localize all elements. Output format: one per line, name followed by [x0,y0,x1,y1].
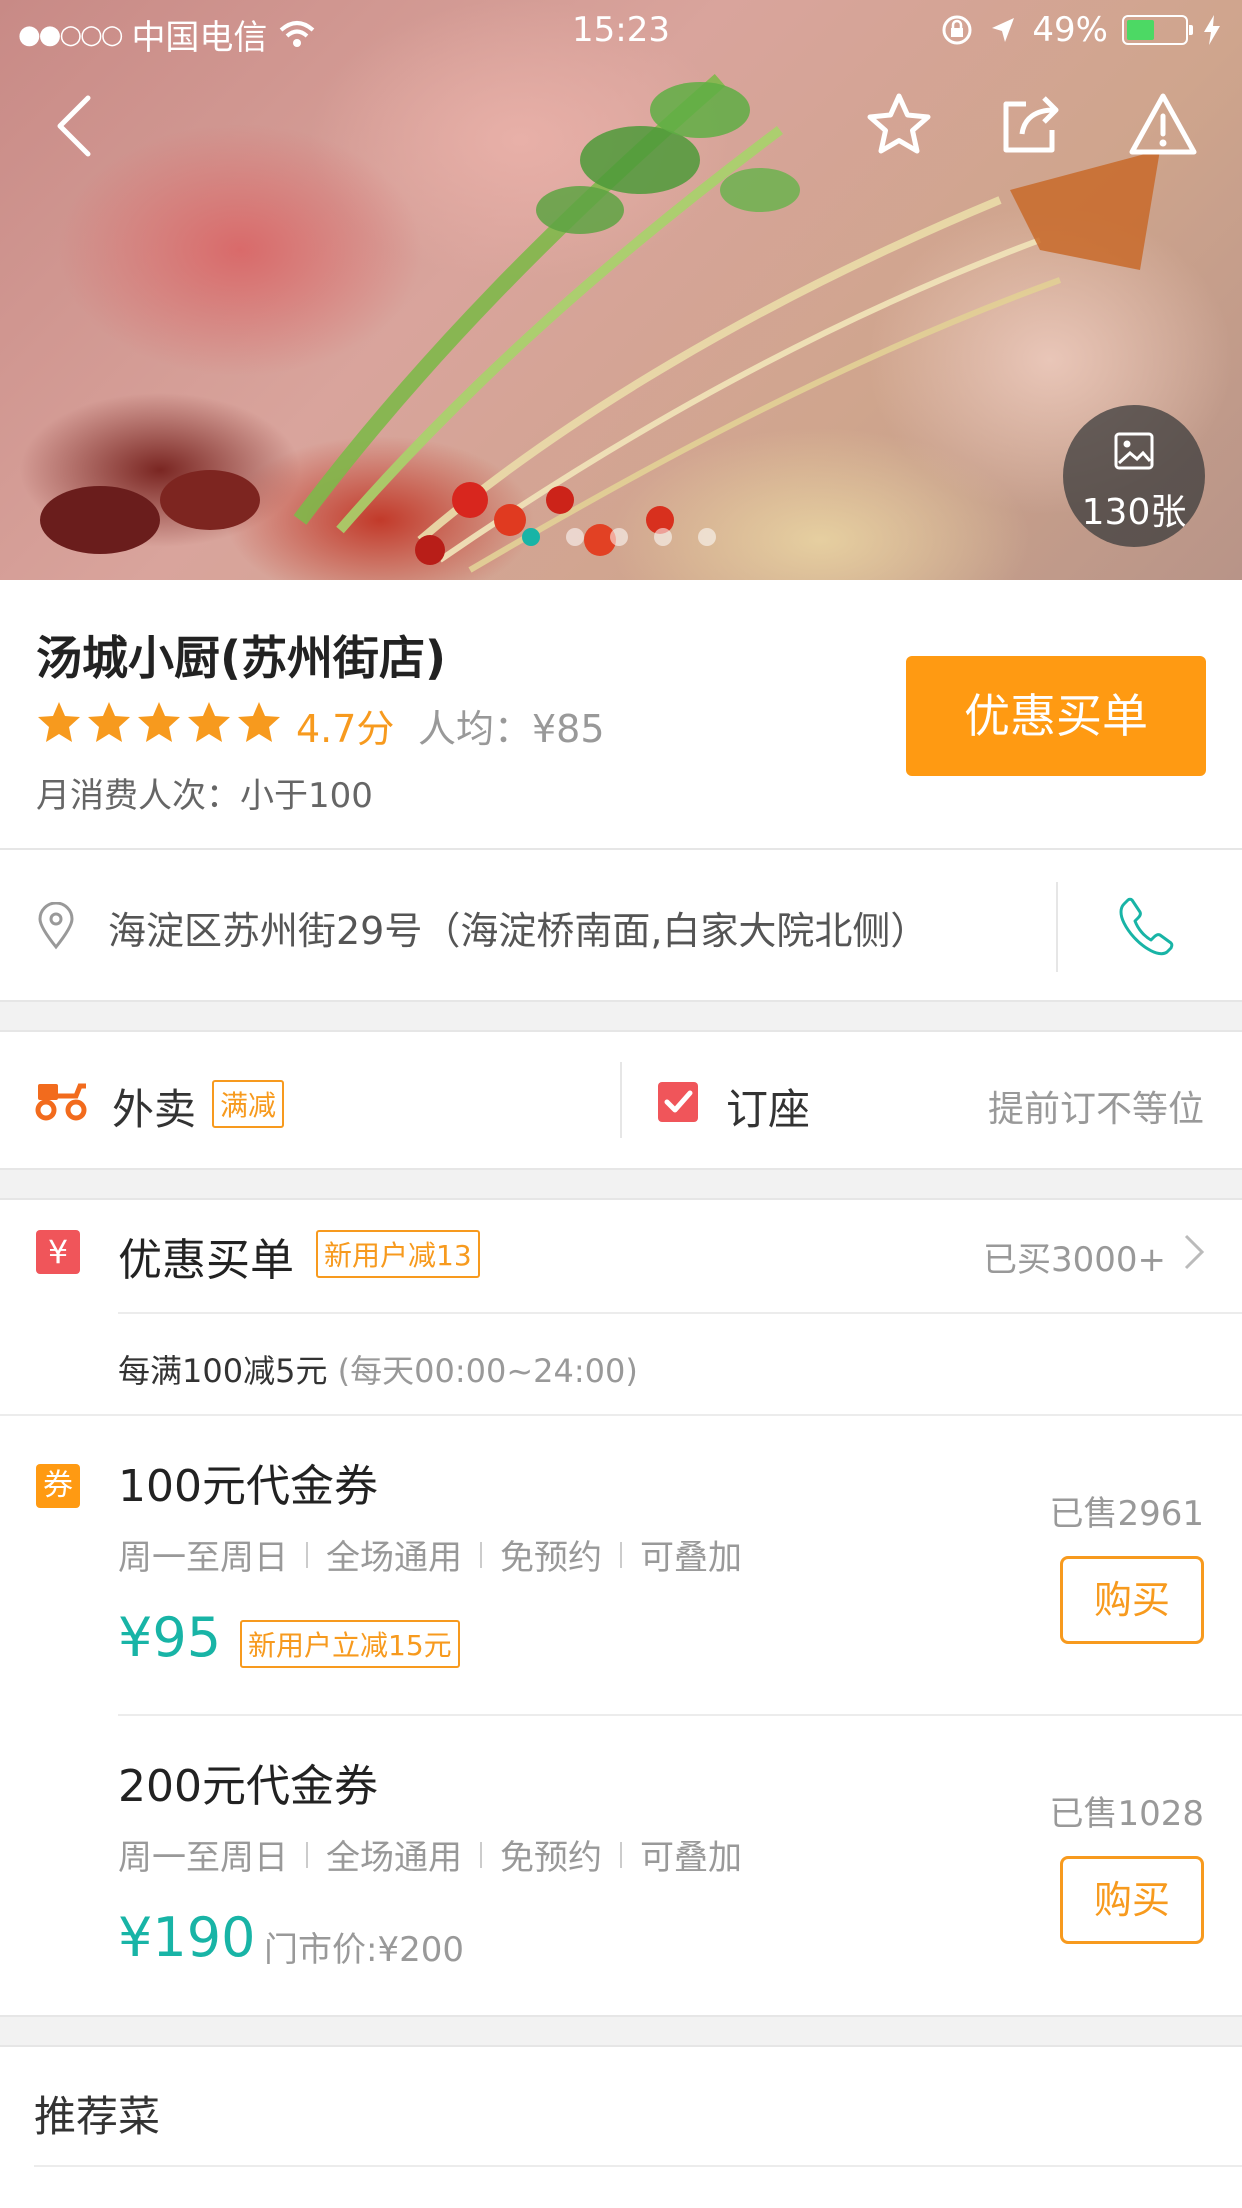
voucher-meta-item: 可叠加 [640,1838,742,1878]
divider [306,1841,308,1868]
original-price: 门市价:¥200 [264,1930,464,1970]
pager-dot-active [522,528,540,546]
sold-count: 已售2961 [1049,1494,1204,1534]
divider [620,1062,622,1138]
voucher-meta: 周一至周日 全场通用 免预约 可叠加 [118,1830,742,1879]
reservation-check-icon [658,1082,698,1122]
rating-star-icon [88,702,130,742]
image-icon [1114,432,1154,470]
voucher-meta-item: 全场通用 [326,1838,462,1878]
photo-pager [522,528,716,546]
discount-pay-title[interactable]: 优惠买单 [118,1224,294,1288]
reservation-note: 提前订不等位 [987,1089,1204,1130]
divider [118,1312,1242,1314]
chevron-right-icon[interactable] [1182,1232,1206,1272]
food-photo [40,73,1160,573]
voucher-meta-item: 全场通用 [326,1538,462,1578]
divider [0,1414,1242,1416]
voucher-meta-item: 周一至周日 [118,1538,288,1578]
buy-button[interactable]: 购买 [1060,1856,1204,1944]
section-gap [0,2015,1242,2047]
pager-dot [610,528,628,546]
voucher-badge-icon: 券 [36,1464,80,1508]
photo-count-label: 130张 [1081,492,1187,533]
discount-rule-time: (每天00:00~24:00) [337,1352,638,1390]
rating-star-icon [188,702,230,742]
voucher-meta-item: 免预约 [500,1538,602,1578]
reservation-label[interactable]: 订座 [726,1076,810,1137]
shop-info: 汤城小厨(苏州街店) 4.7分 人均：¥85 月消费人次：小于100 优惠买单 [0,580,1242,850]
yen-badge-icon: ¥ [36,1230,80,1274]
rating-star-icon [38,702,80,742]
divider [1056,882,1058,972]
shop-name: 汤城小厨(苏州街店) [36,631,447,685]
rating-star-icon [138,702,180,742]
orientation-lock-icon [942,15,972,45]
warning-icon[interactable] [1128,90,1198,160]
voucher-title[interactable]: 100元代金券 [118,1450,378,1514]
services-row: 外卖 满减 订座 提前订不等位 [0,1032,1242,1168]
pager-dot [654,528,672,546]
average-price: 人均：¥85 [418,707,605,751]
shop-address: 海淀区苏州街29号（海淀桥南面,白家大院北侧） [108,909,929,953]
buy-button[interactable]: 购买 [1060,1556,1204,1644]
discount-tag: 满减 [212,1080,285,1128]
section-gap [0,1000,1242,1032]
divider [480,1841,482,1868]
share-icon[interactable] [996,90,1066,160]
discount-pay-button[interactable]: 优惠买单 [906,656,1206,776]
scooter-icon [35,1083,87,1121]
voucher-title[interactable]: 200元代金券 [118,1750,378,1814]
voucher-meta: 周一至周日 全场通用 免预约 可叠加 [118,1530,742,1579]
new-user-tag: 新用户减13 [316,1230,480,1278]
battery-percent: 49% [1032,10,1108,50]
pager-dot [566,528,584,546]
divider [118,1714,1242,1716]
divider [480,1541,482,1568]
voucher-meta-item: 可叠加 [640,1538,742,1578]
discount-rule: 每满100减5元 (每天00:00~24:00) [118,1346,638,1392]
voucher-price: ¥95 [118,1606,222,1669]
sold-count: 已售1028 [1049,1794,1204,1834]
charging-icon [1204,15,1220,45]
voucher-meta-item: 免预约 [500,1838,602,1878]
divider [34,2165,1242,2167]
back-icon[interactable] [40,90,110,160]
location-arrow-icon [992,18,1015,42]
recommended-title: 推荐菜 [34,2092,161,2141]
battery-icon [1122,15,1193,45]
bought-count: 已买3000+ [982,1240,1166,1280]
photo-count-badge[interactable]: 130张 [1063,405,1205,547]
star-icon[interactable] [864,90,934,160]
phone-icon[interactable] [1118,896,1174,956]
pager-dot [698,528,716,546]
recommended-dishes: 推荐菜 [0,2047,1242,2208]
location-pin-icon [38,902,74,950]
divider [306,1541,308,1568]
rating-star-icon [238,702,280,742]
deals-section: ¥ 优惠买单 新用户减13 已买3000+ 每满100减5元 (每天00:00~… [0,1200,1242,2015]
discount-rule-text: 每满100减5元 [118,1352,328,1390]
takeout-label[interactable]: 外卖 [112,1076,196,1137]
divider [620,1841,622,1868]
voucher-price: ¥190 [118,1906,256,1969]
shop-hero-image[interactable]: ●●○○○ 中国电信 15:23 49% 130张 [0,0,1242,580]
rating-score: 4.7分 [296,707,395,751]
star-rating [36,700,282,744]
new-user-discount-tag: 新用户立减15元 [240,1620,460,1668]
monthly-visits: 月消费人次：小于100 [36,776,373,816]
status-bar: ●●○○○ 中国电信 15:23 49% [0,0,1242,60]
address-row[interactable]: 海淀区苏州街29号（海淀桥南面,白家大院北侧） [0,852,1242,1000]
divider [620,1541,622,1568]
voucher-meta-item: 周一至周日 [118,1838,288,1878]
section-gap [0,1168,1242,1200]
